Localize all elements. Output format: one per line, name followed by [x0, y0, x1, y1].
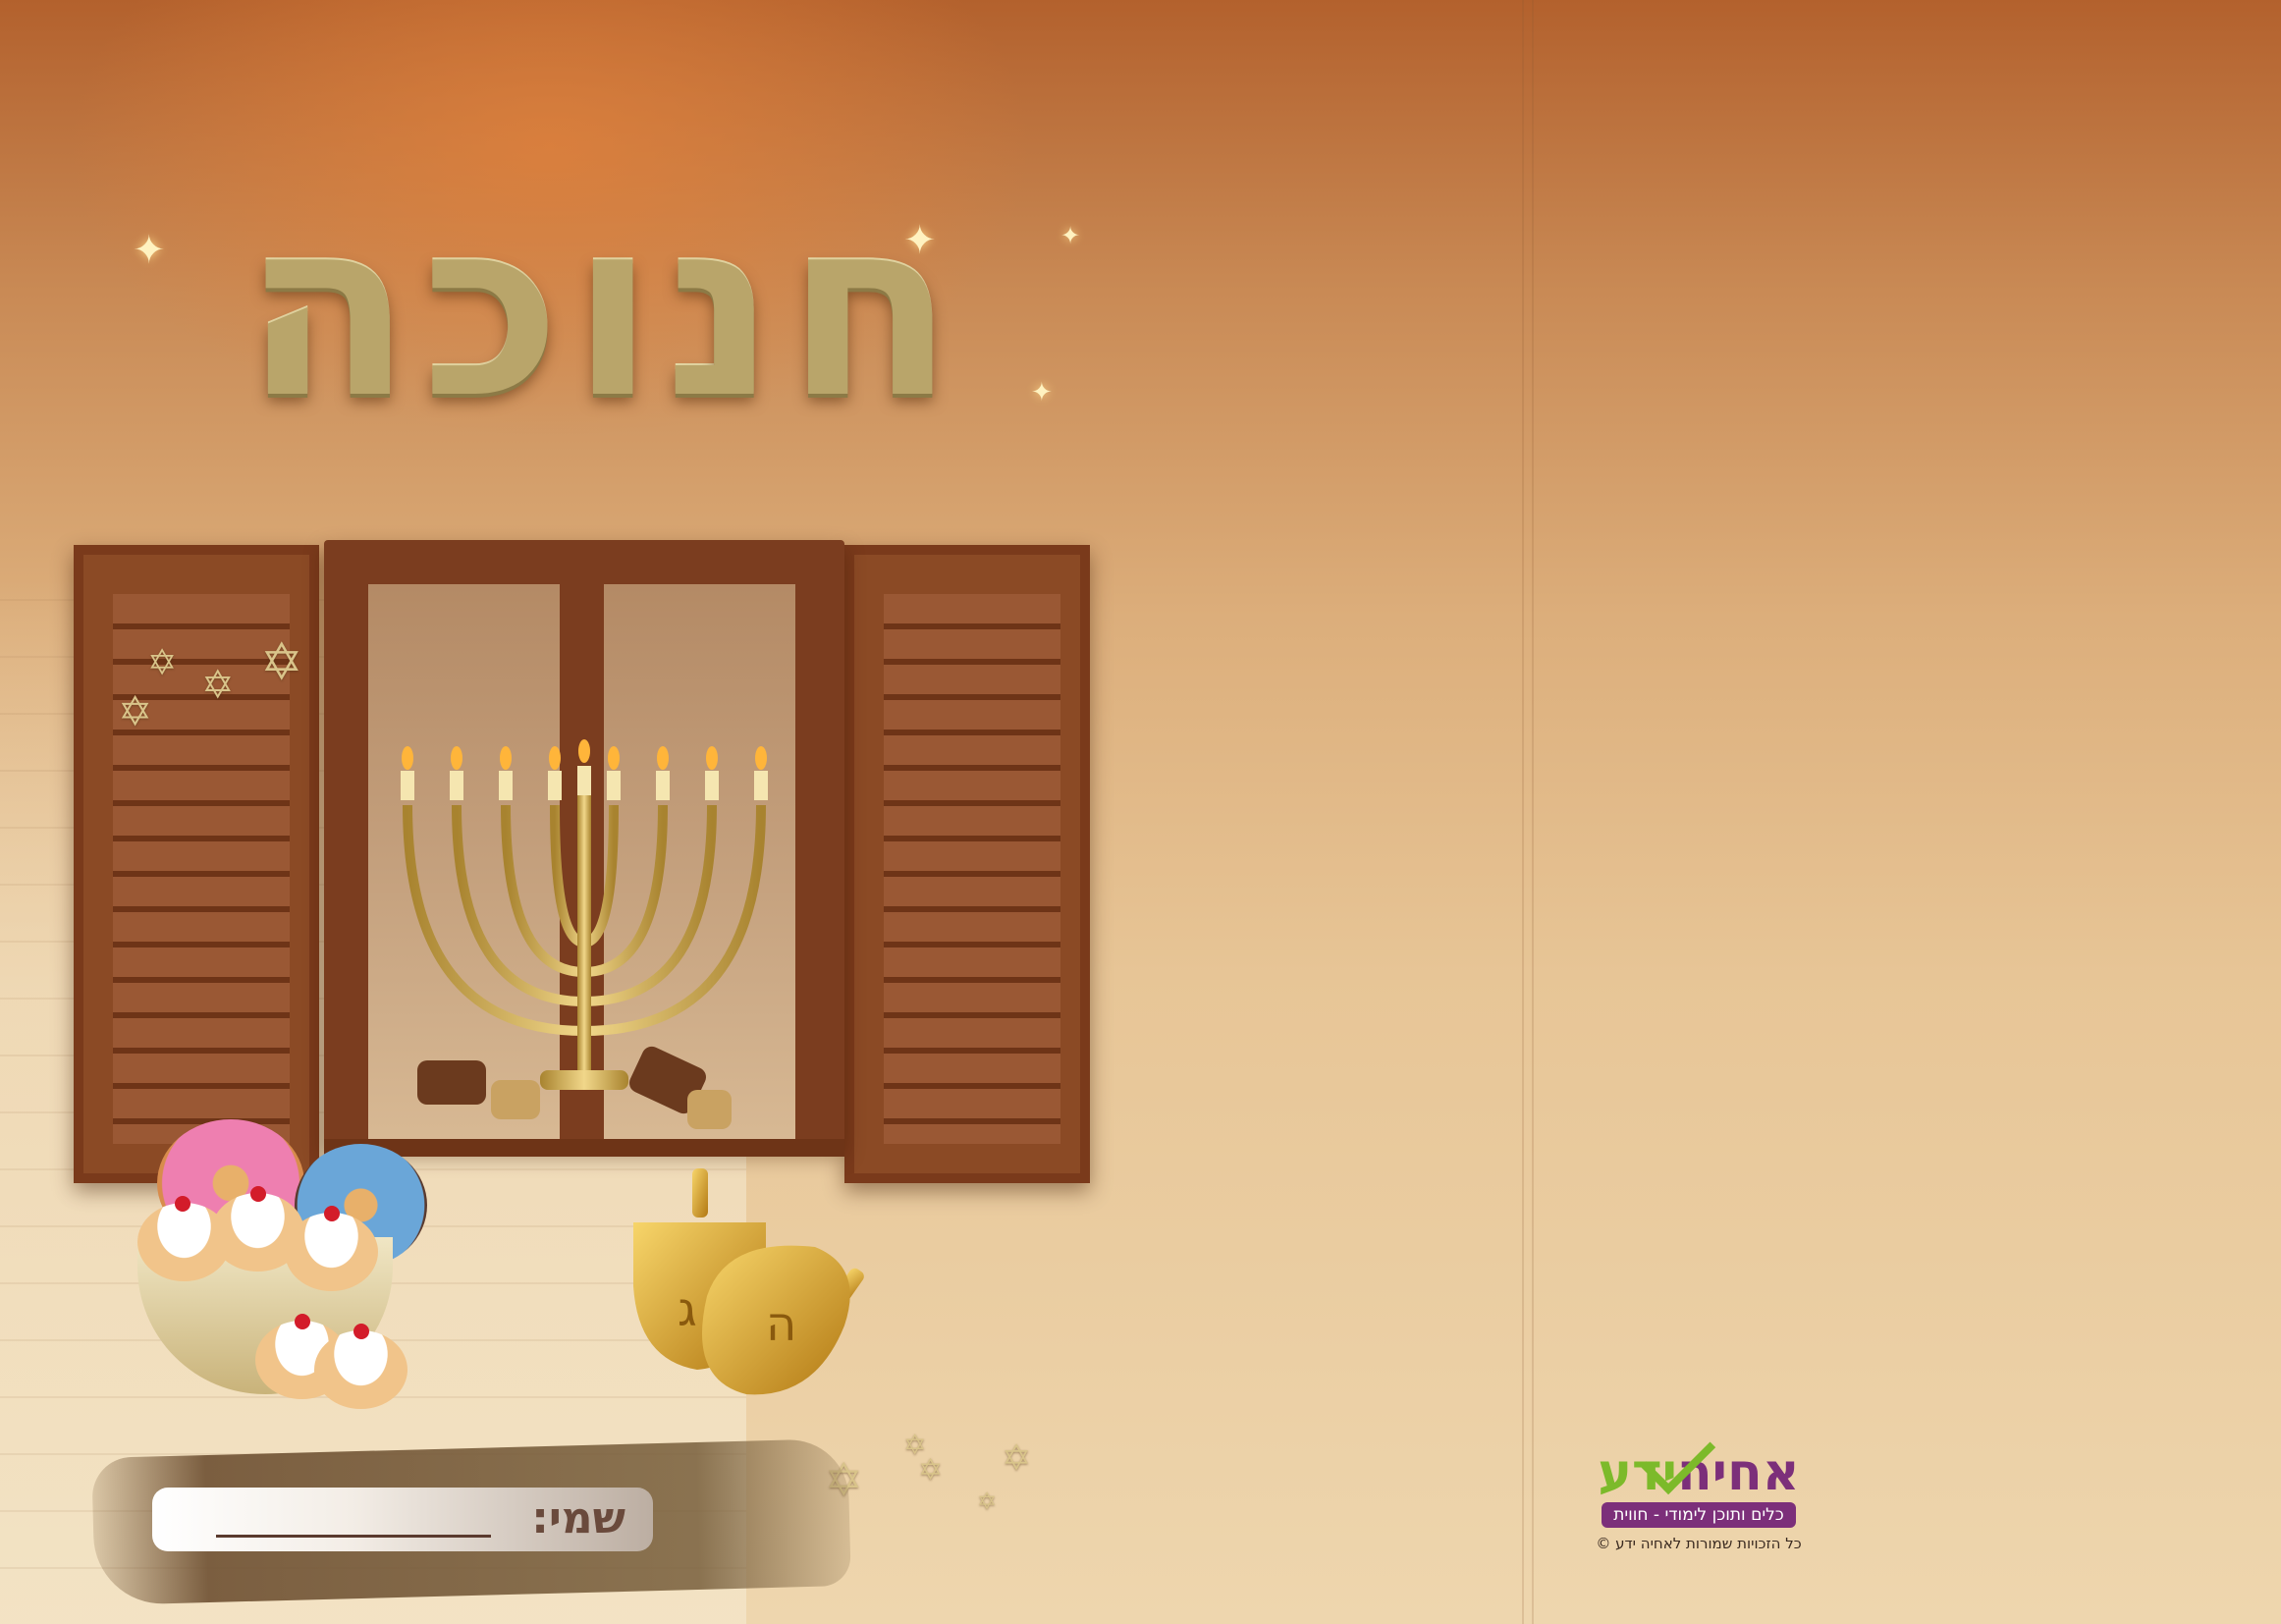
wood-plank-seam: [1522, 0, 1524, 1624]
name-field[interactable]: שמי:: [152, 1488, 653, 1551]
brand-logo: אחיהידע כלים ותוכן לימודי - חווית כל הזכ…: [1586, 1419, 1812, 1571]
star-of-david-icon: ✡: [201, 663, 235, 708]
cherry: [324, 1206, 340, 1221]
dreidel-icon: [629, 1046, 732, 1129]
cherry: [295, 1314, 310, 1329]
cherry: [250, 1186, 266, 1202]
star-of-david-icon: ✡: [918, 1453, 944, 1488]
sparkle-icon: ✦: [1060, 222, 1081, 249]
star-of-david-icon: ✡: [1002, 1438, 1032, 1479]
dreidel-letter: ה: [766, 1297, 796, 1352]
sufganiya-icon: [285, 1213, 378, 1291]
star-of-david-icon: ✡: [118, 687, 153, 735]
dreidel-icon: [417, 1060, 540, 1119]
right-shutter: [844, 545, 1090, 1183]
sufganiya-icon: [314, 1330, 407, 1409]
dreidel-icon: ג ה: [633, 1168, 864, 1395]
wood-plank-seam: [1532, 0, 1534, 1624]
cherry: [175, 1196, 190, 1212]
cherry: [353, 1324, 369, 1339]
star-of-david-icon: ✡: [147, 643, 178, 683]
name-write-line[interactable]: [216, 1535, 491, 1538]
name-label: שמי:: [531, 1493, 625, 1543]
sparkle-icon: ✦: [1031, 378, 1053, 407]
window-sill: [324, 1139, 844, 1157]
sparkle-icon: ✦: [133, 228, 166, 273]
sparkle-icon: ✦: [903, 218, 937, 263]
star-of-david-icon: ✡: [977, 1488, 998, 1515]
star-of-david-icon: ✡: [260, 633, 303, 692]
brand-tagline: כלים ותוכן לימודי - חווית: [1602, 1502, 1796, 1528]
copyright-text: כל הזכויות שמורות לאחיה ידע ©: [1596, 1535, 1802, 1552]
dreidel-letter: ג: [678, 1282, 697, 1337]
